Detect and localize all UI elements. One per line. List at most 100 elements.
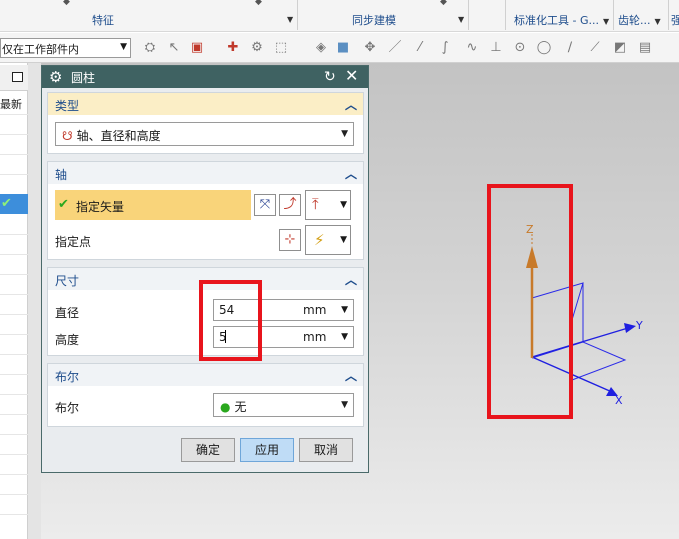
spline-icon[interactable]: ∿ — [462, 38, 482, 58]
ribbon-group-feature[interactable]: 特征 — [92, 12, 114, 28]
list-item — [0, 374, 28, 375]
apply-button[interactable]: 应用 — [240, 438, 294, 462]
navigator-column-latest[interactable]: 最新 — [0, 96, 22, 112]
check-icon: ✔ — [1, 196, 12, 211]
point-inference-icon: ⚡ — [314, 231, 325, 249]
curve-icon[interactable]: ∫ — [435, 38, 455, 58]
list-item — [0, 494, 28, 495]
list-item — [0, 254, 28, 255]
list-item — [0, 114, 28, 115]
chevron-up-icon[interactable]: ︿ — [345, 96, 357, 113]
boolean-none-icon: ● — [220, 400, 231, 414]
specify-vector-label: 指定矢量 — [76, 200, 125, 214]
chevron-down-icon: ▼ — [602, 17, 610, 26]
type-dropdown[interactable]: ☋ 轴、直径和高度 ▼ — [55, 122, 354, 146]
ribbon-group-label: 齿轮... — [618, 14, 651, 27]
ok-button[interactable]: 确定 — [181, 438, 235, 462]
gear-icon[interactable]: ⚙ — [49, 66, 62, 88]
chevron-down-icon: ▼ — [458, 15, 465, 24]
boolean-dropdown[interactable]: ● 无 ▼ — [213, 393, 354, 417]
select-arrow-icon[interactable]: ↖ — [164, 38, 184, 58]
tangent-icon[interactable]: ⊥ — [486, 38, 506, 58]
circle-center-icon[interactable]: ⊙ — [510, 38, 530, 58]
ribbon-group-gear[interactable]: 齿轮... ▼ — [618, 12, 661, 28]
line-segment-icon[interactable]: ⟋ — [585, 38, 605, 58]
specify-point-label: 指定点 — [55, 235, 92, 249]
point-inference-dropdown[interactable]: ⚡ ▼ — [305, 225, 351, 255]
boolean-section-header[interactable] — [48, 364, 363, 386]
vector-inference-dropdown[interactable]: ⤒ ▼ — [305, 190, 351, 220]
reset-icon[interactable]: ↻ — [324, 66, 336, 88]
rectangle-select-icon[interactable]: ⬚ — [271, 38, 291, 58]
ribbon-scroll-marker: ◆ — [255, 0, 262, 7]
move-icon[interactable]: ✥ — [360, 38, 380, 58]
chevron-up-icon[interactable]: ︿ — [345, 271, 357, 288]
y-axis-arrowhead — [624, 323, 636, 333]
ribbon-group-label: 强 — [671, 14, 679, 27]
axis-section-header[interactable] — [48, 162, 363, 184]
chevron-down-icon: ▼ — [341, 305, 348, 315]
annotation-box-dimensions — [199, 280, 262, 361]
y-axis-label: Y — [635, 319, 643, 332]
dialog-title: 圆柱 — [71, 71, 96, 85]
chevron-down-icon: ▼ — [120, 42, 127, 52]
height-unit-dropdown[interactable]: mm ▼ — [258, 326, 354, 348]
ribbon-group-label: 特征 — [92, 14, 114, 27]
ribbon-group-sync-menu[interactable]: ▼ — [454, 12, 464, 25]
ribbon-group-cutoff[interactable]: 强 — [671, 12, 679, 28]
diameter-unit-dropdown[interactable]: mm ▼ — [258, 299, 354, 321]
selection-intent-icon[interactable]: ⚙ — [247, 38, 267, 58]
close-icon[interactable]: ✕ — [345, 65, 358, 87]
list-item — [0, 174, 28, 175]
type-section-title: 类型 — [55, 99, 80, 113]
ribbon-group-sync-modeling[interactable]: 同步建模 — [352, 12, 396, 28]
type-section-header[interactable] — [48, 93, 363, 115]
face-icon[interactable]: ◩ — [610, 38, 630, 58]
boolean-dropdown-value: 无 — [234, 400, 247, 414]
chevron-down-icon: ▼ — [340, 235, 347, 245]
resource-bar-strip — [28, 63, 41, 539]
snap-settings-icon[interactable]: ⛭ — [140, 38, 160, 58]
type-dropdown-value: 轴、直径和高度 — [76, 129, 161, 143]
list-item — [0, 354, 28, 355]
line-through-icon[interactable]: ⁄ — [410, 38, 430, 58]
list-item — [0, 434, 28, 435]
height-label: 高度 — [55, 333, 80, 347]
ribbon-scroll-marker: ◆ — [440, 0, 447, 7]
midpoint-icon[interactable]: ∕ — [560, 38, 580, 58]
ribbon-group-label: 同步建模 — [352, 14, 396, 27]
list-item — [0, 134, 28, 135]
vector-inference-icon: ⤒ — [312, 195, 319, 213]
list-item — [0, 314, 28, 315]
feature-select-icon[interactable]: ▣ — [187, 38, 207, 58]
ribbon-divider — [668, 0, 669, 30]
diameter-unit-value: mm — [303, 303, 327, 317]
chevron-down-icon: ▼ — [341, 332, 348, 342]
solid-body-icon[interactable]: ◈ — [311, 38, 331, 58]
x-axis-label: X — [615, 394, 623, 407]
ribbon-group-standard-tools[interactable]: 标准化工具 - G... ▼ — [514, 12, 609, 28]
ribbon-group-feature-menu[interactable]: ▼ — [283, 12, 293, 25]
list-item — [0, 154, 28, 155]
line-icon[interactable]: ／ — [385, 38, 405, 58]
check-icon: ✔ — [58, 197, 69, 212]
box-icon[interactable]: ■ — [333, 38, 353, 58]
grid-icon[interactable]: ▤ — [635, 38, 655, 58]
boolean-label: 布尔 — [55, 401, 80, 415]
cancel-button[interactable]: 取消 — [299, 438, 353, 462]
vector-dialog-icon[interactable]: ⤴ — [279, 194, 301, 216]
window-icon[interactable] — [12, 72, 23, 82]
chevron-up-icon[interactable]: ︿ — [345, 165, 357, 182]
point-snap-icon[interactable]: ✚ — [223, 38, 243, 58]
reverse-direction-icon[interactable]: ⤧ — [254, 194, 276, 216]
ribbon-scroll-marker: ◆ — [63, 0, 70, 7]
chevron-up-icon[interactable]: ︿ — [345, 367, 357, 384]
point-dialog-icon[interactable]: ⊹ — [279, 229, 301, 251]
ribbon-group-label: 标准化工具 - G... — [514, 14, 599, 27]
axis-section-title: 轴 — [55, 168, 68, 182]
circle-icon[interactable]: ◯ — [534, 38, 554, 58]
chevron-down-icon: ▼ — [287, 15, 294, 24]
ribbon-divider — [297, 0, 298, 30]
dimensions-section-title: 尺寸 — [55, 274, 80, 288]
selection-scope-dropdown[interactable]: 仅在工作部件内 ▼ — [0, 38, 131, 58]
